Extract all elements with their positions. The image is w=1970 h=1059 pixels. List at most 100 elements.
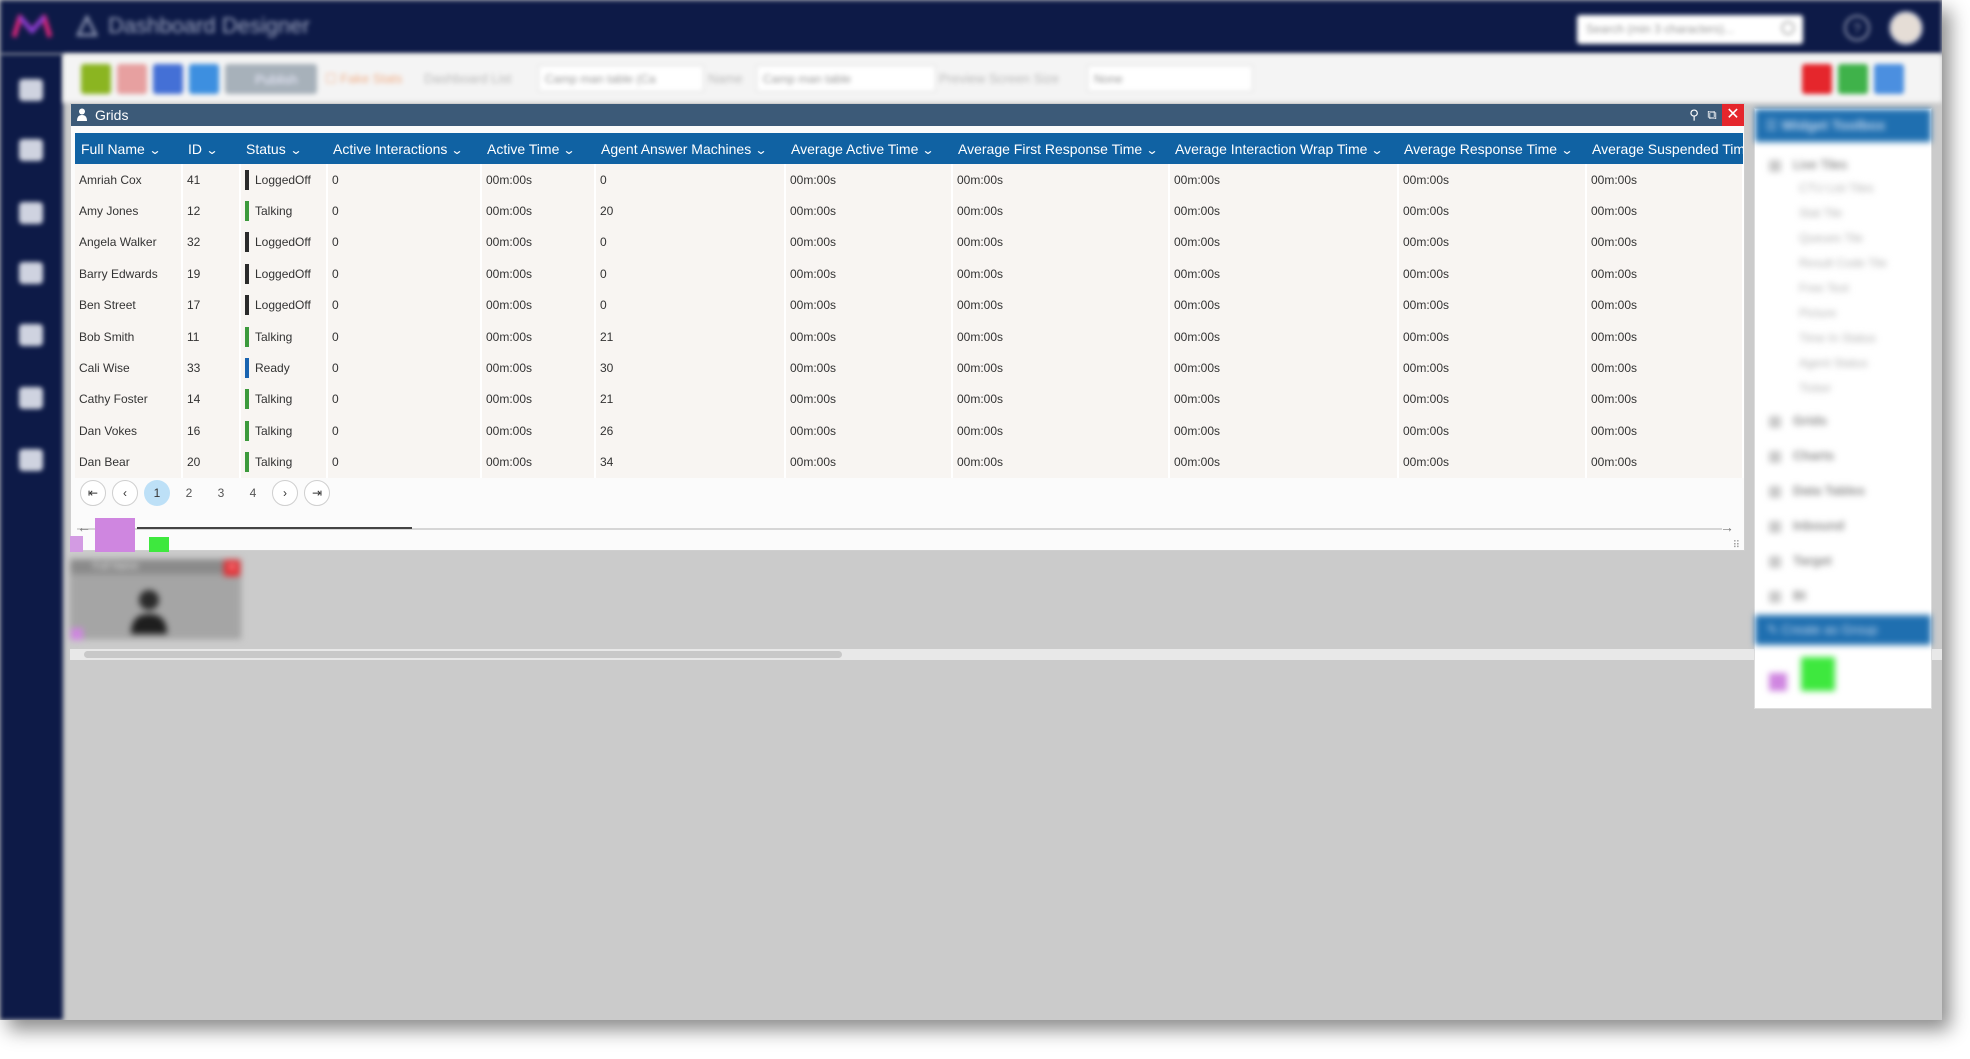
toolbox-category[interactable]: Data Tables	[1793, 483, 1865, 498]
wrench-icon[interactable]: ⚲	[1686, 107, 1702, 123]
column-header[interactable]: Active Time ⌄	[481, 133, 595, 164]
toolbox-category[interactable]: Grids	[1793, 413, 1827, 428]
full-name-widget[interactable]: Full Name ✕	[70, 559, 241, 640]
nav-settings-icon[interactable]	[19, 449, 43, 471]
toolbox-category[interactable]: Charts	[1793, 448, 1834, 463]
menu-icon[interactable]	[1874, 64, 1904, 94]
toolbox-tile-item[interactable]: Result Code Tile	[1799, 256, 1887, 270]
dashboard-list-select[interactable]: Camp man table (Ca	[538, 65, 704, 92]
toolbox-tile-item[interactable]: CTU List Tiles	[1799, 181, 1874, 195]
nav-list-icon[interactable]	[19, 139, 43, 161]
copy-icon[interactable]	[189, 64, 219, 94]
table-row[interactable]: Amriah Cox 41 LoggedOff 0 00m:00s 0 00m:00s 00m…	[75, 164, 1744, 196]
sort-chevron-icon[interactable]: ⌄	[755, 143, 768, 157]
search-input[interactable]: Search (min 3 characters)...	[1577, 15, 1803, 44]
page-3[interactable]: 3	[208, 480, 234, 506]
nav-database-icon[interactable]	[19, 262, 43, 284]
prev-page-icon[interactable]: ‹	[112, 480, 138, 506]
last-page-icon[interactable]: ⇥	[304, 480, 330, 506]
toolbox-category[interactable]: BI	[1793, 588, 1806, 603]
column-header[interactable]: Agent Answer Machines ⌄	[595, 133, 785, 164]
scroll-left-icon[interactable]: ←	[77, 519, 91, 535]
column-header[interactable]: ID ⌄	[182, 133, 240, 164]
sort-chevron-icon[interactable]: ⌄	[1561, 143, 1574, 157]
mini-resize-handle[interactable]	[71, 628, 83, 640]
canvas-scroll-thumb[interactable]	[84, 651, 842, 658]
scroll-right-icon[interactable]: →	[1720, 519, 1734, 535]
toolbox-tile-item[interactable]: Free Text	[1799, 281, 1849, 295]
column-header[interactable]: Average Response Time ⌄	[1398, 133, 1586, 164]
nav-dashboard-icon[interactable]	[19, 202, 43, 224]
drag-handle-green[interactable]	[149, 537, 169, 552]
toolbox-category[interactable]: Inbound	[1793, 518, 1844, 533]
table-row[interactable]: Bob Smith 11 Talking 0 00m:00s 21 00m:00s 00m:0…	[75, 320, 1744, 353]
toolbox-tile-item[interactable]: Stat Tile	[1799, 206, 1842, 220]
column-header[interactable]: Status ⌄	[240, 133, 327, 164]
sort-chevron-icon[interactable]: ⌄	[1371, 143, 1384, 157]
grid-scroll-thumb[interactable]	[137, 527, 412, 529]
column-header[interactable]: Average Active Time ⌄	[785, 133, 952, 164]
close-mini-widget-button[interactable]: ✕	[224, 560, 240, 576]
sort-chevron-icon[interactable]: ⌄	[563, 143, 576, 157]
first-page-icon[interactable]: ⇤	[80, 480, 106, 506]
toolbox-tile-item[interactable]: Picture	[1799, 306, 1836, 320]
preview-size-select[interactable]: None	[1087, 65, 1253, 92]
excel-export-icon[interactable]	[1838, 64, 1868, 94]
help-icon[interactable]: ?	[1844, 15, 1870, 41]
toolbox-green-swatch[interactable]	[1801, 657, 1835, 691]
toolbox-live-tiles[interactable]: Live Tiles	[1793, 157, 1847, 172]
resize-corner-icon[interactable]: ⠿	[1733, 540, 1740, 551]
nav-campaign-icon[interactable]	[19, 324, 43, 346]
search-icon[interactable]	[1781, 21, 1795, 35]
fake-stats-checkbox[interactable]: ☐ Fake Stats	[325, 71, 402, 87]
nav-home-icon[interactable]	[19, 79, 43, 101]
canvas-horizontal-scrollbar[interactable]	[70, 649, 1942, 660]
column-header[interactable]: Average Interaction Wrap Time ⌄	[1169, 133, 1398, 164]
name-input[interactable]: Camp man table	[756, 65, 936, 92]
table-row[interactable]: Ben Street 17 LoggedOff 0 00m:00s 0 00m:00s 00m…	[75, 289, 1744, 321]
close-widget-button[interactable]: ✕	[1722, 104, 1744, 126]
sort-chevron-icon[interactable]: ⌄	[1146, 143, 1159, 157]
publish-button[interactable]: Publish	[225, 64, 317, 94]
drag-handle-purple[interactable]	[95, 518, 135, 552]
toolbox-tile-item[interactable]: Ticker	[1799, 381, 1831, 395]
table-row[interactable]: Barry Edwards 19 LoggedOff 0 00m:00s 0 00m:00s…	[75, 258, 1744, 290]
page-2[interactable]: 2	[176, 480, 202, 506]
table-row[interactable]: Dan Vokes 16 Talking 0 00m:00s 26 00m:00s 00m:0…	[75, 415, 1744, 447]
sort-chevron-icon[interactable]: ⌄	[922, 143, 935, 157]
page-4[interactable]: 4	[240, 480, 266, 506]
column-header[interactable]: Average Suspended Time⌄	[1586, 133, 1743, 164]
toolbox-tile-item[interactable]: Time In Status	[1799, 331, 1876, 345]
toolbox-tile-item[interactable]: Queues Tile	[1799, 231, 1863, 245]
user-avatar[interactable]	[1889, 11, 1923, 45]
pdf-export-icon[interactable]	[1802, 64, 1832, 94]
delete-icon[interactable]	[117, 64, 147, 94]
column-header[interactable]: Active Interactions ⌄	[327, 133, 481, 164]
sort-chevron-icon[interactable]: ⌄	[289, 143, 302, 157]
table-row[interactable]: Angela Walker 32 LoggedOff 0 00m:00s 0 00m:00s…	[75, 226, 1744, 259]
grid-horizontal-scrollbar[interactable]: ← →	[77, 519, 1734, 535]
page-1[interactable]: 1	[144, 480, 170, 506]
new-dashboard-icon[interactable]	[153, 64, 183, 94]
sort-chevron-icon[interactable]: ⌄	[148, 143, 161, 157]
sort-chevron-icon[interactable]: ⌄	[451, 143, 464, 157]
toolbox-category[interactable]: Target	[1793, 553, 1832, 568]
toolbox-tile-item[interactable]: Agent Status	[1799, 356, 1868, 370]
grids-widget[interactable]: Grids ⚲ ⧉ ✕ Full Name ⌄ ID ⌄ Status ⌄ Active I…	[70, 103, 1745, 552]
toolbox-title[interactable]: ☰ Widget Toolbox	[1755, 109, 1931, 142]
sort-chevron-icon[interactable]: ⌄	[205, 143, 218, 157]
next-page-icon[interactable]: ›	[272, 480, 298, 506]
column-header[interactable]: Average First Response Time ⌄	[952, 133, 1169, 164]
table-row[interactable]: Cathy Foster 14 Talking 0 00m:00s 21 00m:00s 00…	[75, 383, 1744, 416]
resize-handle-purple[interactable]	[70, 536, 83, 552]
nav-document-icon[interactable]	[19, 387, 43, 409]
create-group-button[interactable]: ✎ Create as Group	[1755, 615, 1931, 645]
table-row[interactable]: Dan Bear 20 Talking 0 00m:00s 34 00m:00s 00m:00…	[75, 446, 1744, 478]
grids-widget-titlebar[interactable]: Grids ⚲ ⧉ ✕	[71, 104, 1744, 126]
table-row[interactable]: Amy Jones 12 Talking 0 00m:00s 20 00m:00s 00m:0…	[75, 195, 1744, 227]
duplicate-icon[interactable]: ⧉	[1704, 107, 1720, 123]
table-row[interactable]: Cali Wise 33 Ready 0 00m:00s 30 00m:00s 00m:00s…	[75, 352, 1744, 384]
toolbox-purple-swatch[interactable]	[1769, 673, 1787, 691]
column-header[interactable]: Full Name ⌄	[75, 133, 182, 164]
save-icon[interactable]	[81, 64, 111, 94]
